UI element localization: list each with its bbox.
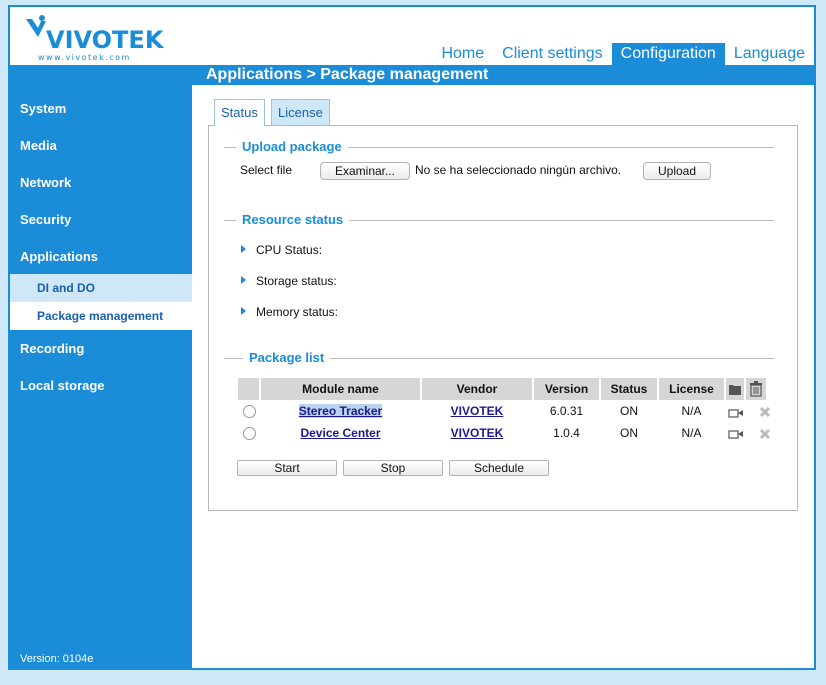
sidebar-item-network[interactable]: Network [10, 170, 192, 196]
upload-button[interactable]: Upload [643, 162, 711, 180]
package-list-legend: Package list [243, 350, 331, 366]
table-header-trash [746, 378, 766, 400]
no-file-selected-text: No se ha seleccionado ningún archivo. [415, 163, 622, 177]
memory-status-label: Memory status: [256, 305, 339, 319]
app-frame: VIVOTEK www.vivotek.com Home Client sett… [8, 5, 816, 670]
delete-icon[interactable] [759, 405, 771, 423]
sidebar-item-recording[interactable]: Recording [10, 336, 192, 362]
stop-button[interactable]: Stop [343, 460, 443, 476]
vivotek-logo[interactable]: VIVOTEK www.vivotek.com [24, 15, 174, 65]
sidebar: System Media Network Security Applicatio… [10, 85, 192, 670]
cpu-status-label: CPU Status: [256, 243, 323, 257]
camera-icon[interactable] [728, 405, 744, 423]
table-header-select [238, 378, 259, 400]
expand-arrow-icon[interactable] [241, 276, 246, 284]
license-cell: N/A [681, 426, 702, 440]
version-cell: 1.0.4 [553, 426, 580, 440]
table-header-vendor: Vendor [422, 378, 532, 400]
nav-language[interactable]: Language [725, 43, 814, 65]
folder-icon [729, 385, 741, 395]
table-header-license: License [659, 378, 724, 400]
schedule-button[interactable]: Schedule [449, 460, 549, 476]
status-cell: ON [620, 426, 638, 440]
tab-status[interactable]: Status [214, 99, 265, 126]
vendor-link[interactable]: VIVOTEK [451, 426, 504, 440]
top-navigation: Home Client settings Configuration Langu… [432, 43, 814, 65]
sidebar-item-system[interactable]: System [10, 96, 192, 122]
sidebar-item-package-management[interactable]: Package management [10, 302, 192, 330]
expand-arrow-icon[interactable] [241, 307, 246, 315]
vendor-cell: VIVOTEK [422, 425, 532, 441]
license-cell: N/A [681, 404, 702, 418]
nav-home[interactable]: Home [432, 43, 493, 65]
expand-arrow-icon[interactable] [241, 245, 246, 253]
vendor-cell: VIVOTEK [422, 403, 532, 419]
sidebar-item-applications[interactable]: Applications [10, 244, 192, 270]
row-select-radio[interactable] [243, 427, 256, 440]
firmware-version: Version: 0104e [20, 653, 94, 665]
header: VIVOTEK www.vivotek.com Home Client sett… [10, 7, 814, 67]
nav-client-settings[interactable]: Client settings [493, 43, 612, 65]
resource-status-legend: Resource status [236, 212, 350, 228]
module-link[interactable]: Stereo Tracker [298, 404, 383, 418]
trash-icon [750, 381, 762, 397]
table-header-status: Status [601, 378, 657, 400]
camera-icon[interactable] [728, 426, 744, 444]
table-row: Stereo Tracker [261, 403, 420, 419]
delete-icon[interactable] [759, 427, 771, 445]
table-row: Device Center [261, 425, 420, 441]
status-cell: ON [620, 404, 638, 418]
start-button[interactable]: Start [237, 460, 337, 476]
table-header-folder [726, 378, 744, 400]
sidebar-item-security[interactable]: Security [10, 207, 192, 233]
storage-status-label: Storage status: [256, 274, 337, 288]
sidebar-item-local-storage[interactable]: Local storage [10, 373, 192, 399]
title-bar: Applications > Package management [10, 65, 814, 85]
module-link[interactable]: Device Center [300, 426, 380, 440]
vendor-link[interactable]: VIVOTEK [451, 404, 504, 418]
table-header-module: Module name [261, 378, 420, 400]
upload-package-legend: Upload package [236, 139, 348, 155]
tab-license[interactable]: License [271, 99, 330, 125]
version-cell: 6.0.31 [549, 404, 584, 418]
nav-configuration[interactable]: Configuration [611, 43, 725, 65]
logo-url: www.vivotek.com [38, 53, 131, 62]
logo-text: VIVOTEK [46, 26, 165, 54]
browse-button[interactable]: Examinar... [320, 162, 410, 180]
sidebar-item-media[interactable]: Media [10, 133, 192, 159]
page-title: Applications > Package management [206, 66, 489, 83]
table-header-version: Version [534, 378, 599, 400]
row-select-radio[interactable] [243, 405, 256, 418]
sidebar-item-di-and-do[interactable]: DI and DO [10, 274, 192, 302]
select-file-label: Select file [240, 163, 293, 177]
